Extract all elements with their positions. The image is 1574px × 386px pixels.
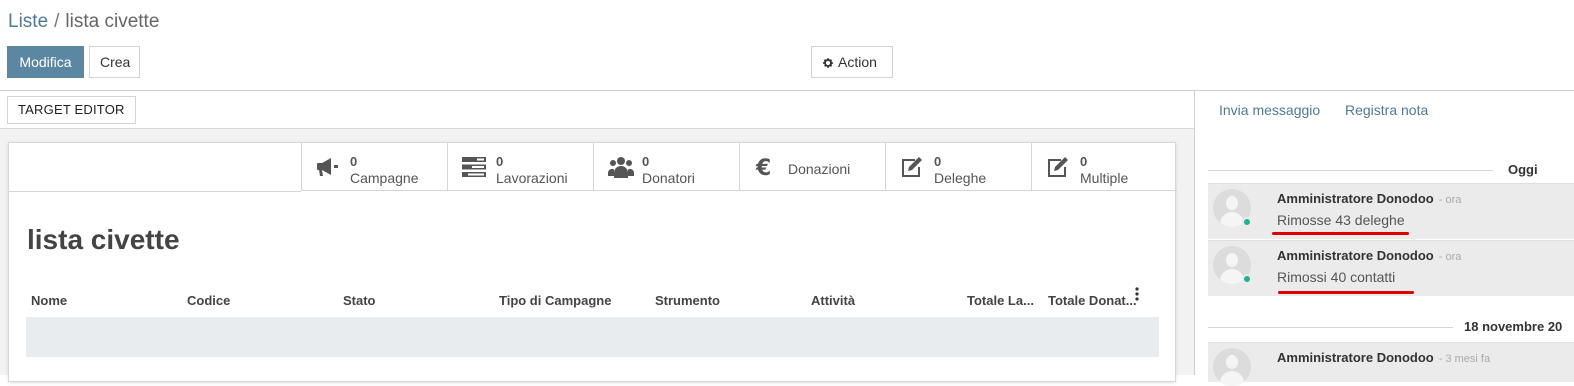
control-panel: Liste / lista civette Modifica Crea Action xyxy=(0,0,1574,91)
message-author[interactable]: Amministratore Donodoo - ora xyxy=(1277,248,1461,263)
smart-button-campagne[interactable]: 0 Campagne xyxy=(301,143,447,191)
separator-line xyxy=(1208,327,1453,328)
chatter-message: Amministratore Donodoo - ora Rimossi 40 c… xyxy=(1208,240,1574,296)
avatar[interactable] xyxy=(1213,348,1251,386)
smart-button-value: 0 xyxy=(350,154,358,169)
breadcrumb-current: lista civette xyxy=(65,11,160,32)
sheet-divider xyxy=(9,191,301,192)
smart-button-deleghe[interactable]: 0 Deleghe xyxy=(885,143,1031,191)
smart-button-donatori[interactable]: 0 Donatori xyxy=(593,143,739,191)
svg-text:€: € xyxy=(755,156,771,178)
message-time: - ora xyxy=(1438,251,1462,263)
tasks-icon xyxy=(462,157,486,177)
users-icon xyxy=(608,157,634,178)
chatter-message: Amministratore Donodoo - ora Rimosse 43 d… xyxy=(1208,183,1574,239)
smart-button-value: 0 xyxy=(496,154,504,169)
smart-button-lavorazioni[interactable]: 0 Lavorazioni xyxy=(447,143,593,191)
smart-buttons-box: 0 Campagne 0 Lavorazioni 0 Donatori € Do… xyxy=(301,143,1177,191)
message-body: Rimossi 40 contatti xyxy=(1277,269,1396,285)
action-button-label: Action xyxy=(838,54,877,70)
smart-button-value: 0 xyxy=(1080,154,1088,169)
create-button[interactable]: Crea xyxy=(89,46,140,78)
breadcrumb-separator: / xyxy=(54,11,60,32)
separator-line xyxy=(1208,170,1493,171)
message-time: - ora xyxy=(1438,194,1462,206)
column-header-strumento[interactable]: Strumento xyxy=(655,293,720,308)
smart-button-donazioni[interactable]: € Donazioni xyxy=(739,143,885,191)
chatter-panel: Invia messaggio Registra nota Oggi Ammin… xyxy=(1196,91,1574,386)
form-view: TARGET EDITOR 0 Campagne 0 Lavorazioni 0… xyxy=(0,91,1195,382)
smart-button-label: Donazioni xyxy=(788,161,851,177)
online-status-icon xyxy=(1242,217,1252,227)
online-status-icon xyxy=(1242,274,1252,284)
date-label: Oggi xyxy=(1508,162,1538,177)
table-row xyxy=(26,317,1159,357)
target-editor-button[interactable]: TARGET EDITOR xyxy=(7,96,136,124)
optional-columns-icon[interactable] xyxy=(1134,286,1140,302)
send-message-button[interactable]: Invia messaggio xyxy=(1219,102,1320,118)
column-header-codice[interactable]: Codice xyxy=(187,293,230,308)
form-sheet: 0 Campagne 0 Lavorazioni 0 Donatori € Do… xyxy=(8,142,1177,382)
message-author[interactable]: Amministratore Donodoo - 3 mesi fa xyxy=(1277,350,1490,365)
smart-button-label: Donatori xyxy=(642,170,695,186)
smart-button-label: Campagne xyxy=(350,170,419,186)
breadcrumb: Liste / lista civette xyxy=(8,11,159,33)
message-time: - 3 mesi fa xyxy=(1438,353,1491,365)
red-underline-annotation xyxy=(1278,291,1414,294)
chatter-message: Amministratore Donodoo - 3 mesi fa xyxy=(1208,342,1574,386)
megaphone-icon xyxy=(317,158,338,176)
date-separator-today: Oggi xyxy=(1208,160,1574,180)
form-statusbar: TARGET EDITOR xyxy=(0,91,1194,129)
edit-button[interactable]: Modifica xyxy=(7,46,84,78)
action-button[interactable]: Action xyxy=(811,46,893,78)
smart-button-multiple[interactable]: 0 Multiple xyxy=(1031,143,1177,191)
column-header-nome[interactable]: Nome xyxy=(31,293,67,308)
date-separator-older: 18 novembre 20 xyxy=(1208,317,1574,337)
table-header: Nome Codice Stato Tipo di Campagne Strum… xyxy=(26,286,1159,316)
message-body: Rimosse 43 deleghe xyxy=(1277,212,1405,228)
date-label: 18 novembre 20 xyxy=(1464,319,1563,334)
log-note-button[interactable]: Registra nota xyxy=(1345,102,1428,118)
gear-icon xyxy=(823,58,833,68)
smart-button-value: 0 xyxy=(934,154,942,169)
column-header-attivita[interactable]: Attività xyxy=(811,293,855,308)
column-header-totale-lavorazioni[interactable]: Totale La... xyxy=(967,293,1034,308)
smart-button-label: Multiple xyxy=(1080,170,1129,186)
message-author[interactable]: Amministratore Donodoo - ora xyxy=(1277,191,1461,206)
column-header-stato[interactable]: Stato xyxy=(343,293,376,308)
edit-icon xyxy=(1048,157,1068,177)
red-underline-annotation xyxy=(1272,232,1409,235)
column-header-tipo-campagne[interactable]: Tipo di Campagne xyxy=(499,293,611,308)
smart-button-label: Lavorazioni xyxy=(496,170,568,186)
edit-icon xyxy=(902,157,922,177)
record-title: lista civette xyxy=(27,224,180,255)
smart-button-label: Deleghe xyxy=(934,170,987,186)
euro-icon: € xyxy=(755,156,771,178)
smart-button-value: 0 xyxy=(642,154,650,169)
column-header-totale-donazioni[interactable]: Totale Donat... xyxy=(1048,293,1137,308)
breadcrumb-parent-link[interactable]: Liste xyxy=(8,11,48,32)
